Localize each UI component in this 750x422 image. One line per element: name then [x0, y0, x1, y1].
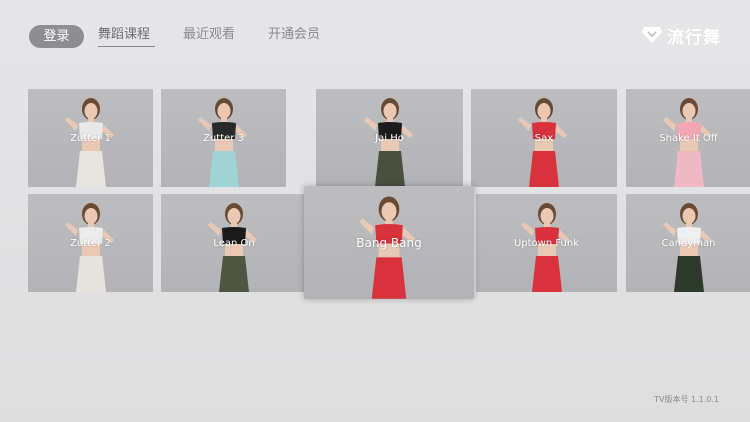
tab-recently-watched[interactable]: 最近观看 — [183, 26, 235, 44]
course-title: Lean On — [213, 238, 255, 249]
course-title: Candyman — [661, 238, 716, 249]
course-title: Uptown Funk — [513, 238, 580, 249]
course-card[interactable]: Candyman — [626, 194, 750, 292]
logo-text: 流行舞 — [667, 27, 721, 48]
course-card[interactable]: Zutter 1 — [28, 89, 153, 187]
tab-membership[interactable]: 开通会员 — [268, 26, 320, 44]
course-title: Zutter 3 — [203, 133, 244, 144]
course-card[interactable]: Lean On — [161, 194, 307, 292]
course-card[interactable]: Sax — [471, 89, 617, 187]
course-title: Sax — [534, 133, 554, 144]
login-button[interactable]: 登录 — [29, 25, 84, 48]
course-title: Jai Ho — [375, 133, 404, 144]
course-card[interactable]: Zutter 3 — [161, 89, 286, 187]
course-card-focused[interactable]: Bang Bang — [304, 186, 474, 299]
course-card[interactable]: Zutter 2 — [28, 194, 153, 292]
course-title: Shake It Off — [659, 133, 718, 144]
course-card[interactable]: Shake It Off — [626, 89, 750, 187]
version-label: TV版本号 1.1.0.1 — [654, 395, 719, 404]
course-title: Zutter 1 — [70, 133, 111, 144]
app-logo: 流行舞 — [641, 24, 721, 48]
top-bar: 登录 舞蹈课程 最近观看 开通会员 流行舞 — [0, 0, 750, 70]
course-card[interactable]: Uptown Funk — [476, 194, 617, 292]
tab-dance-courses[interactable]: 舞蹈课程 — [98, 26, 150, 44]
course-card[interactable]: Jai Ho — [316, 89, 463, 187]
active-tab-underline — [98, 46, 155, 47]
course-title: Zutter 2 — [70, 238, 111, 249]
diamond-heart-icon — [642, 27, 662, 43]
course-title: Bang Bang — [356, 236, 422, 250]
